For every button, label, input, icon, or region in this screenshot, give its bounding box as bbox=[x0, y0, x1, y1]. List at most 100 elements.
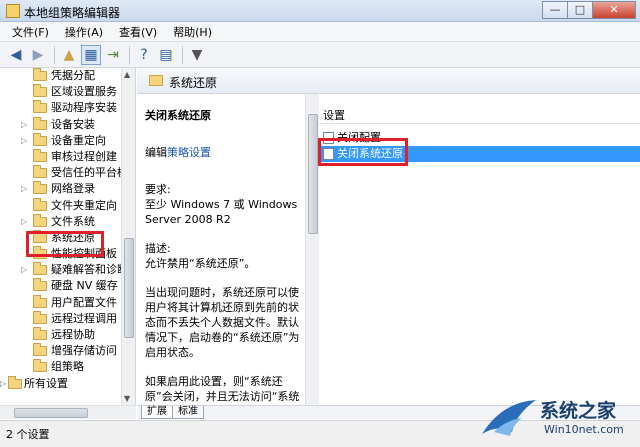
folder-icon bbox=[33, 148, 47, 162]
folder-icon bbox=[33, 68, 47, 81]
tree-item[interactable]: ▷ 设备安装 bbox=[0, 116, 121, 133]
tree-item[interactable]: 远程过程调用 bbox=[0, 310, 121, 327]
folder-icon bbox=[33, 310, 47, 324]
export-icon[interactable]: ⇥ bbox=[103, 45, 123, 65]
show-hide-tree-icon[interactable]: ▦ bbox=[81, 44, 101, 65]
folder-icon bbox=[33, 116, 47, 130]
highlight-box-list bbox=[318, 138, 408, 166]
title-bar: 本地组策略编辑器 — □ ✕ bbox=[0, 0, 640, 22]
window-title: 本地组策略编辑器 bbox=[24, 6, 121, 20]
back-icon[interactable]: ◀ bbox=[6, 45, 26, 65]
watermark-sub-text: Win10net.com bbox=[544, 423, 624, 436]
watermark-bird-icon bbox=[482, 400, 536, 436]
tree-item[interactable]: 硬盘 NV 缓存 bbox=[0, 278, 121, 294]
scroll-up-icon[interactable]: ▲ bbox=[124, 70, 130, 79]
scroll-thumb[interactable] bbox=[124, 238, 134, 338]
tree-item[interactable]: ▷ 网络登录 bbox=[0, 181, 121, 197]
folder-icon bbox=[33, 197, 47, 211]
right-pane-title: 系统还原 bbox=[169, 76, 218, 90]
tree-item[interactable]: ▷ 设备重定向 bbox=[0, 132, 121, 149]
app-icon bbox=[6, 4, 20, 18]
toolbar-separator bbox=[129, 45, 130, 64]
tree-item[interactable]: 组策略 bbox=[0, 359, 121, 375]
folder-icon bbox=[33, 262, 47, 276]
highlight-box-tree bbox=[26, 231, 104, 257]
menu-help[interactable]: 帮助(H) bbox=[165, 24, 220, 40]
folder-icon bbox=[33, 84, 47, 98]
menu-bar: 文件(F) 操作(A) 查看(V) 帮助(H) bbox=[0, 22, 640, 42]
tree-list: 凭据分配 区域设置服务 驱动程序安装 ▷ 设备安装 ▷ 设备重定向 审核过程创建 受… bbox=[0, 68, 128, 392]
scroll-down-icon[interactable]: ▼ bbox=[124, 394, 130, 403]
requirements-block: 要求: 至少 Windows 7 或 Windows Server 2008 R… bbox=[145, 182, 305, 227]
requirements-label: 要求: bbox=[145, 183, 171, 196]
folder-icon bbox=[33, 359, 47, 373]
tree-vertical-scrollbar[interactable]: ▲ ▼ bbox=[121, 68, 135, 405]
description-block: 描述: 允许禁用“系统还原”。 bbox=[145, 241, 305, 271]
menu-file[interactable]: 文件(F) bbox=[4, 24, 57, 40]
policy-title: 关闭系统还原 bbox=[145, 109, 211, 122]
edit-policy-link[interactable]: 策略设置 bbox=[167, 146, 211, 159]
minimize-button[interactable]: — bbox=[542, 1, 568, 19]
window-controls: — □ ✕ bbox=[542, 1, 636, 20]
folder-icon bbox=[149, 75, 163, 86]
up-folder-icon[interactable]: ▲ bbox=[59, 45, 79, 65]
column-header-setting[interactable]: 设置 bbox=[319, 102, 640, 124]
folder-icon bbox=[8, 375, 22, 389]
menu-view[interactable]: 查看(V) bbox=[111, 24, 165, 40]
scroll-thumb[interactable] bbox=[308, 114, 318, 234]
maximize-button[interactable]: □ bbox=[567, 1, 593, 19]
filter-icon[interactable]: ▼ bbox=[187, 45, 207, 65]
close-button[interactable]: ✕ bbox=[592, 1, 636, 19]
folder-icon bbox=[33, 181, 47, 195]
toolbar-separator bbox=[182, 45, 183, 64]
right-pane-header: 系统还原 bbox=[137, 68, 640, 94]
description-body-1: 当出现问题时，系统还原可以使用户将其计算机还原到先前的状态而不丢失个人数据文件。… bbox=[145, 286, 300, 359]
tree-item[interactable]: 文件夹重定向 bbox=[0, 197, 121, 214]
tree-item[interactable]: 增强存储访问 bbox=[0, 343, 121, 359]
folder-icon bbox=[33, 294, 47, 308]
description-scrollbar[interactable] bbox=[305, 94, 319, 405]
toolbar-separator bbox=[54, 45, 55, 64]
right-pane: 系统还原 关闭系统还原 编辑策略设置 要求: 至少 Windows 7 或 Wi… bbox=[137, 68, 640, 419]
watermark-main-text: 系统之家 bbox=[540, 400, 617, 422]
expand-arrow-icon[interactable]: ▷ bbox=[21, 262, 27, 278]
description-label: 描述: bbox=[145, 242, 171, 255]
description-body-2: 如果启用此设置，则“系统还原”会关闭，并且无法访问“系统还原” bbox=[145, 375, 300, 403]
toolbar: ◀ ▶ ▲ ▦ ⇥ ? ▤ ▼ bbox=[0, 42, 640, 68]
tree-item[interactable]: ▷ 文件系统 bbox=[0, 213, 121, 230]
folder-icon bbox=[33, 327, 47, 340]
tab-extended[interactable]: 扩展 bbox=[141, 406, 173, 419]
expand-arrow-icon[interactable]: ▷ bbox=[0, 376, 6, 392]
folder-icon bbox=[33, 100, 47, 114]
expand-arrow-icon[interactable]: ▷ bbox=[21, 214, 27, 230]
folder-icon bbox=[33, 278, 47, 292]
description-pane: 关闭系统还原 编辑策略设置 要求: 至少 Windows 7 或 Windows… bbox=[137, 94, 305, 405]
edit-prefix: 编辑 bbox=[145, 146, 167, 159]
tree-item[interactable]: 用户配置文件 bbox=[0, 294, 121, 311]
description-line: 允许禁用“系统还原”。 bbox=[145, 257, 256, 270]
tree-item[interactable]: 远程协助 bbox=[0, 327, 121, 343]
expand-arrow-icon[interactable]: ▷ bbox=[21, 181, 27, 197]
tree-item[interactable]: 驱动程序安装 bbox=[0, 100, 121, 116]
tree-horizontal-scrollbar[interactable] bbox=[0, 405, 136, 419]
forward-icon[interactable]: ▶ bbox=[28, 45, 48, 65]
folder-icon bbox=[33, 165, 47, 179]
menu-action[interactable]: 操作(A) bbox=[57, 24, 111, 40]
folder-icon bbox=[33, 213, 47, 227]
tree-item[interactable]: 凭据分配 bbox=[0, 68, 121, 84]
expand-arrow-icon[interactable]: ▷ bbox=[21, 133, 27, 149]
folder-icon bbox=[33, 343, 47, 357]
tree-item[interactable]: ▷ 疑难解答和诊断 bbox=[0, 262, 128, 278]
watermark-logo: 系统之家 Win10net.com bbox=[472, 392, 640, 447]
tab-standard[interactable]: 标准 bbox=[172, 406, 204, 419]
scroll-thumb[interactable] bbox=[14, 408, 88, 418]
folder-icon bbox=[33, 132, 47, 146]
tree-item[interactable]: 受信任的平台模 bbox=[0, 165, 128, 181]
expand-arrow-icon[interactable]: ▷ bbox=[21, 117, 27, 133]
tree-item[interactable]: 审核过程创建 bbox=[0, 148, 121, 165]
tree-item-all-settings[interactable]: ▷ 所有设置 bbox=[0, 375, 121, 392]
tree-item[interactable]: 区域设置服务 bbox=[0, 84, 121, 100]
edit-policy-line: 编辑策略设置 bbox=[145, 145, 305, 160]
help-icon[interactable]: ? bbox=[134, 45, 154, 65]
properties-icon[interactable]: ▤ bbox=[156, 45, 176, 65]
